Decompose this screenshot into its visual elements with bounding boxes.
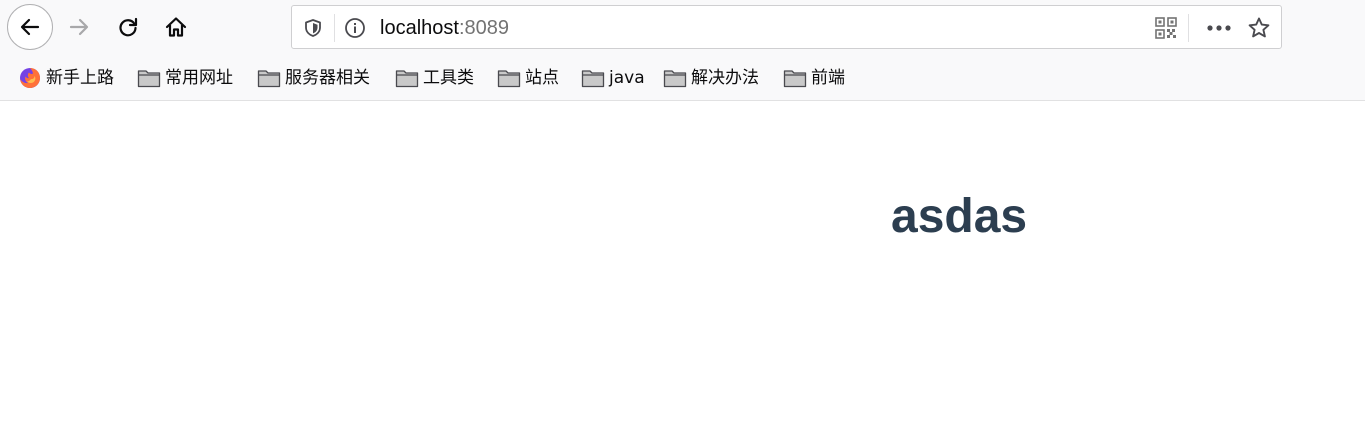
qr-code-button[interactable] xyxy=(1154,16,1178,40)
reload-button[interactable] xyxy=(105,4,151,50)
bookmark-star-button[interactable] xyxy=(1246,16,1272,40)
folder-icon xyxy=(783,66,807,90)
firefox-icon xyxy=(18,66,42,90)
bookmark-label: 常用网址 xyxy=(165,68,233,88)
bookmark-label: 工具类 xyxy=(423,68,474,88)
folder-icon xyxy=(581,66,605,90)
browser-window: localhost:8089 新手上路 常用网址 服务器相关 工具类 站点 ja… xyxy=(0,0,1365,431)
reload-icon xyxy=(119,17,138,37)
forward-button[interactable] xyxy=(56,4,102,50)
url-host: localhost xyxy=(380,17,459,39)
url-field[interactable]: localhost:8089 xyxy=(380,16,509,40)
folder-icon xyxy=(395,66,419,90)
home-icon xyxy=(165,17,187,37)
folder-icon xyxy=(497,66,521,90)
bookmark-label: 前端 xyxy=(811,68,845,88)
home-button[interactable] xyxy=(153,4,199,50)
bookmark-folder-common-sites[interactable]: 常用网址 xyxy=(137,66,233,90)
folder-icon xyxy=(137,66,161,90)
qr-code-icon xyxy=(1155,17,1177,39)
url-port: :8089 xyxy=(458,17,509,39)
bookmarks-toolbar: 新手上路 常用网址 服务器相关 工具类 站点 java 解决办法 前端 xyxy=(0,56,1365,101)
more-dots-icon xyxy=(1207,25,1231,31)
arrow-left-icon xyxy=(20,18,40,36)
page-content: asdas xyxy=(0,101,1365,431)
navigation-toolbar: localhost:8089 xyxy=(0,0,1365,56)
shield-icon xyxy=(305,19,321,37)
page-actions-button[interactable] xyxy=(1204,16,1234,40)
bookmark-label: 解决办法 xyxy=(691,68,759,88)
bookmark-label: java xyxy=(609,68,645,88)
back-button[interactable] xyxy=(7,4,53,50)
bookmark-label: 新手上路 xyxy=(46,68,114,88)
page-heading: asdas xyxy=(891,190,1028,243)
info-icon xyxy=(345,18,365,38)
bookmark-label: 服务器相关 xyxy=(285,68,370,88)
arrow-right-icon xyxy=(69,18,89,36)
star-icon xyxy=(1248,17,1270,38)
bookmark-folder-java[interactable]: java xyxy=(581,66,645,90)
bookmark-label: 站点 xyxy=(525,68,559,88)
bookmark-folder-tools[interactable]: 工具类 xyxy=(395,66,474,90)
bookmark-item-getting-started[interactable]: 新手上路 xyxy=(18,66,114,90)
site-info-button[interactable] xyxy=(344,17,366,39)
folder-icon xyxy=(663,66,687,90)
url-actions-separator xyxy=(1188,14,1189,42)
bookmark-folder-solutions[interactable]: 解决办法 xyxy=(663,66,759,90)
address-bar[interactable]: localhost:8089 xyxy=(291,5,1282,49)
bookmark-folder-frontend[interactable]: 前端 xyxy=(783,66,845,90)
bookmark-folder-sites[interactable]: 站点 xyxy=(497,66,559,90)
tracking-protection-button[interactable] xyxy=(302,17,324,39)
folder-icon xyxy=(257,66,281,90)
bookmark-folder-server[interactable]: 服务器相关 xyxy=(257,66,370,90)
url-separator xyxy=(334,14,335,42)
